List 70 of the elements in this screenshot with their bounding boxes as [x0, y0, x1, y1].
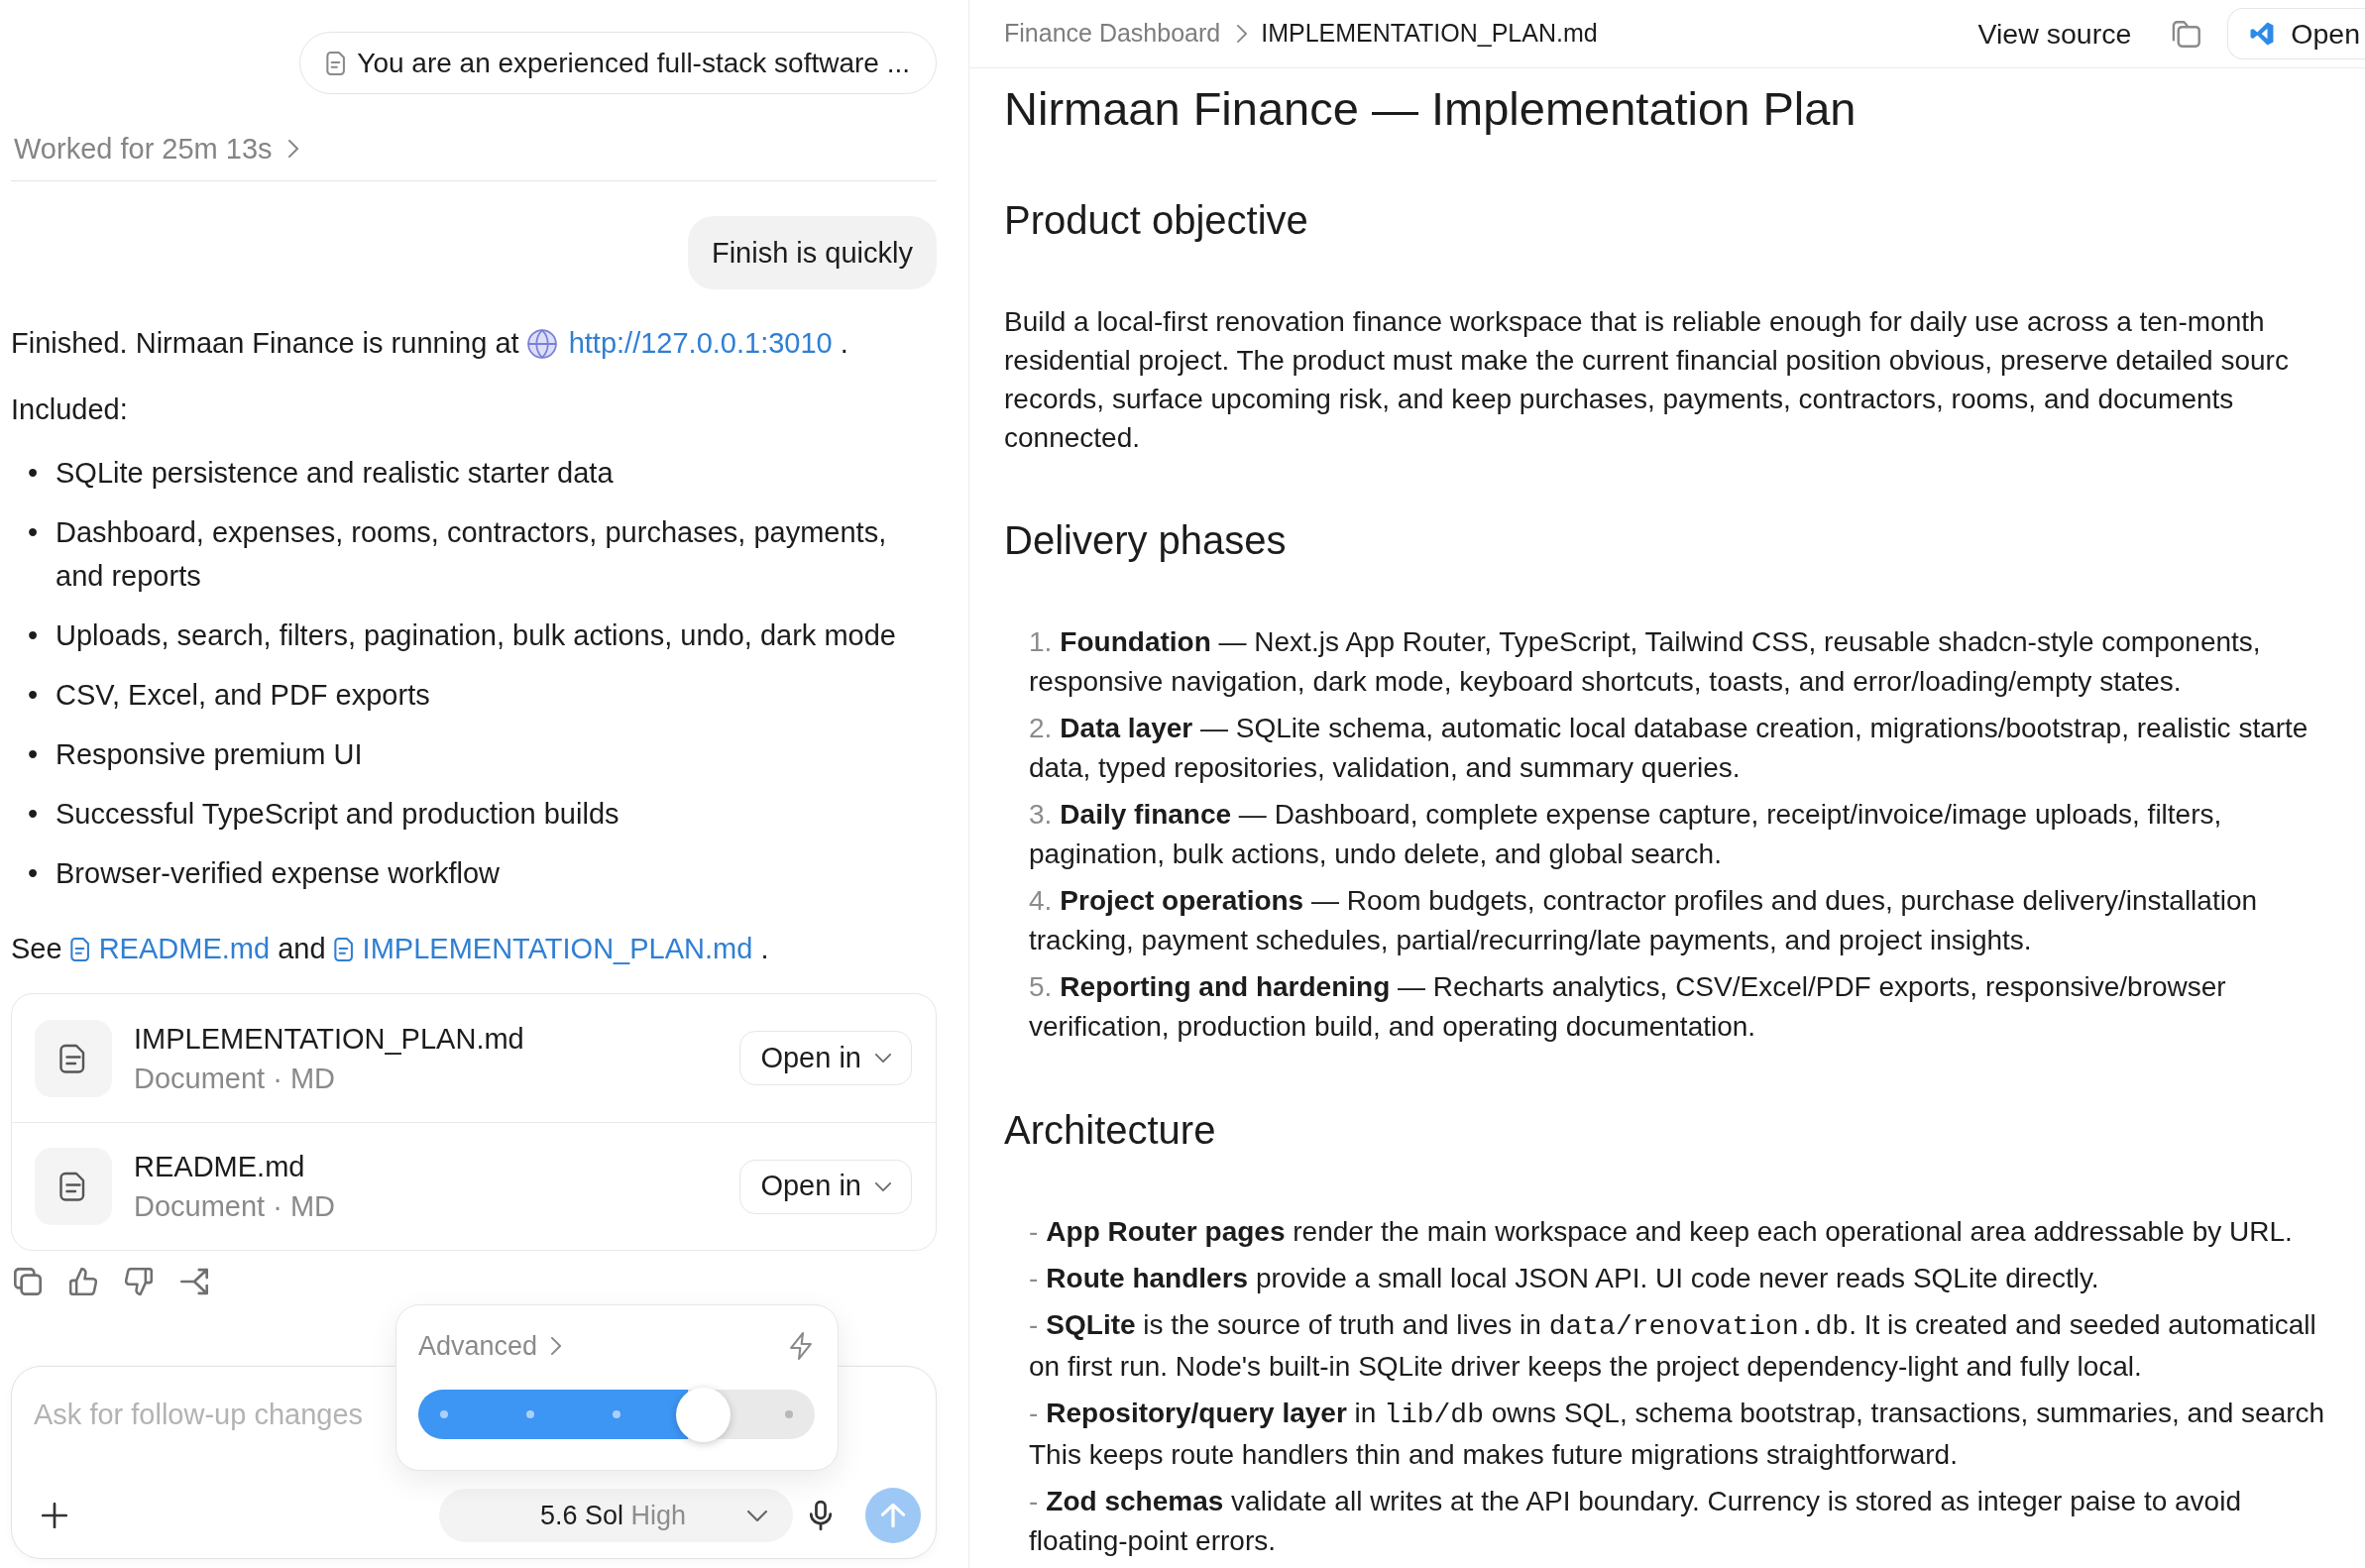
- globe-icon: [526, 329, 557, 359]
- list-item: • Dashboard, expenses, rooms, contractors, purchases, payments, and reports: [27, 515, 888, 594]
- url-link[interactable]: http://127.0.0.1:3010: [526, 327, 833, 359]
- copy-icon[interactable]: [14, 1268, 42, 1295]
- list-item: • Browser-verified expense workflow: [27, 856, 502, 891]
- worked-duration-toggle[interactable]: Worked for 25m 13s: [11, 131, 298, 167]
- section-heading: Architecture: [1004, 1107, 1217, 1154]
- numbered-list-item: 3. Daily finance — Dashboard, complete expense capture, receipt/invoice/image uploads, filters, pagination, bulk actions, undo delete, and global search.: [1029, 798, 2223, 871]
- step-dot-icon: [785, 1410, 793, 1418]
- microphone-icon[interactable]: [810, 1501, 832, 1530]
- open-in-button[interactable]: Open in: [739, 1159, 912, 1214]
- slider-track[interactable]: [418, 1390, 815, 1439]
- document-icon: [35, 1019, 112, 1097]
- dash-list-item: - Repository/query layer in lib/db owns SQL, schema bootstrap, transactions, summaries, and search This keeps route handlers thin and makes future migrations straightforward.: [1029, 1397, 2326, 1472]
- open-button[interactable]: Open: [2227, 8, 2365, 59]
- breadcrumb-current: IMPLEMENTATION_PLAN.md: [1261, 18, 1598, 50]
- document-icon: [326, 51, 346, 75]
- dash-list-item: - Route handlers provide a small local JSON API. UI code never reads SQLite directly.: [1029, 1262, 2100, 1295]
- copy-icon[interactable]: [2171, 20, 2201, 48]
- plus-icon[interactable]: [42, 1503, 67, 1528]
- share-icon[interactable]: [180, 1268, 208, 1295]
- status-message: Finished. Nirmaan Finance is running at http://127.0.0.1:3010 .: [11, 326, 849, 361]
- list-item: • CSV, Excel, and PDF exports: [27, 678, 431, 713]
- section-label: Included:: [11, 392, 129, 427]
- view-source-button[interactable]: View source: [1977, 12, 2132, 56]
- document-icon: [35, 1148, 112, 1225]
- breadcrumb-link[interactable]: Finance Dashboard: [1004, 15, 1221, 53]
- chevron-down-icon: [875, 1181, 891, 1191]
- step-dot-icon: [613, 1410, 620, 1418]
- file-type: Document · MD: [134, 1061, 337, 1096]
- numbered-list-item: 1. Foundation — Next.js App Router, TypeScript, Tailwind CSS, reusable shadcn-style components, responsive navigation, dark mode, keyboard shortcuts, toasts, and error/loading/empty states.: [1029, 625, 2262, 699]
- file-link[interactable]: README.md: [69, 933, 271, 964]
- user-message: Finish is quickly: [687, 216, 937, 289]
- file-name: IMPLEMENTATION_PLAN.md: [134, 1021, 524, 1057]
- chevron-right-icon: [1237, 25, 1248, 43]
- dash-list-item: - SQLite is the source of truth and lives in data/renovation.db. It is created and seeded automaticall on first run. Node's built-in SQLite driver keeps the project dependency-light and fully local.: [1029, 1308, 2317, 1384]
- step-dot-icon: [440, 1410, 448, 1418]
- chevron-down-icon: [747, 1510, 767, 1521]
- numbered-list-item: 2. Data layer — SQLite schema, automatic local database creation, migrations/bootstrap, realistic starte data, typed repositories, validation, and summary queries.: [1029, 712, 2309, 785]
- file-name: README.md: [134, 1150, 306, 1184]
- model-selector[interactable]: 5.6 Sol High: [439, 1489, 793, 1542]
- document-icon: [69, 938, 89, 961]
- paragraph: Build a local-first renovation finance workspace that is reliable enough for daily use across a ten-month residential project. The product must make the current financial position obvious, preserve detailed sourc records, surface upcoming risk, and keep purchases, payments, contractors, rooms, and documents connected.: [1004, 305, 2290, 455]
- reference-sentence: See README.md and IMPLEMENTATION_PLAN.md .: [11, 932, 770, 966]
- list-item: • SQLite persistence and realistic starter data: [27, 456, 615, 491]
- section-heading: Product objective: [1004, 197, 1309, 244]
- list-item: • Responsive premium UI: [27, 737, 364, 772]
- thumbs-down-icon[interactable]: [125, 1268, 153, 1295]
- lightning-icon[interactable]: [790, 1332, 812, 1360]
- numbered-list-item: 4. Project operations — Room budgets, contractor profiles and dues, purchase delivery/installation tracking, payment schedules, partial/recurring/late payments, and project insights.: [1029, 884, 2259, 957]
- file-link[interactable]: IMPLEMENTATION_PLAN.md: [333, 933, 753, 964]
- follow-up-input[interactable]: Ask for follow-up changes: [22, 1385, 391, 1444]
- list-item: • Uploads, search, filters, pagination, bulk actions, undo, dark mode: [27, 618, 897, 653]
- open-in-button[interactable]: Open in: [739, 1031, 912, 1085]
- list-item: • Successful TypeScript and production builds: [27, 797, 620, 832]
- prompt-attachment-chip[interactable]: You are an experienced full-stack software ...: [299, 32, 937, 94]
- document-title: Nirmaan Finance — Implementation Plan: [1004, 81, 1858, 137]
- slider-thumb[interactable]: [676, 1387, 731, 1442]
- chevron-right-icon: [551, 1337, 562, 1355]
- editor-logo-icon: [2250, 22, 2275, 46]
- document-icon: [333, 938, 353, 961]
- chevron-down-icon: [875, 1054, 891, 1063]
- dash-list-item: - App Router pages render the main workspace and keep each operational area addressable by URL.: [1029, 1215, 2294, 1249]
- thumbs-up-icon[interactable]: [69, 1268, 97, 1295]
- arrow-up-icon: [881, 1504, 905, 1527]
- numbered-list-item: 5. Reporting and hardening — Recharts analytics, CSV/Excel/PDF exports, responsive/browser verification, production build, and operating documentation.: [1029, 970, 2227, 1044]
- step-dot-icon: [526, 1410, 534, 1418]
- section-heading: Delivery phases: [1004, 517, 1288, 564]
- dash-list-item: - Zod schemas validate all writes at the API boundary. Currency is stored as integer paise to avoid floating-point errors.: [1029, 1485, 2242, 1558]
- file-type: Document · MD: [134, 1189, 336, 1224]
